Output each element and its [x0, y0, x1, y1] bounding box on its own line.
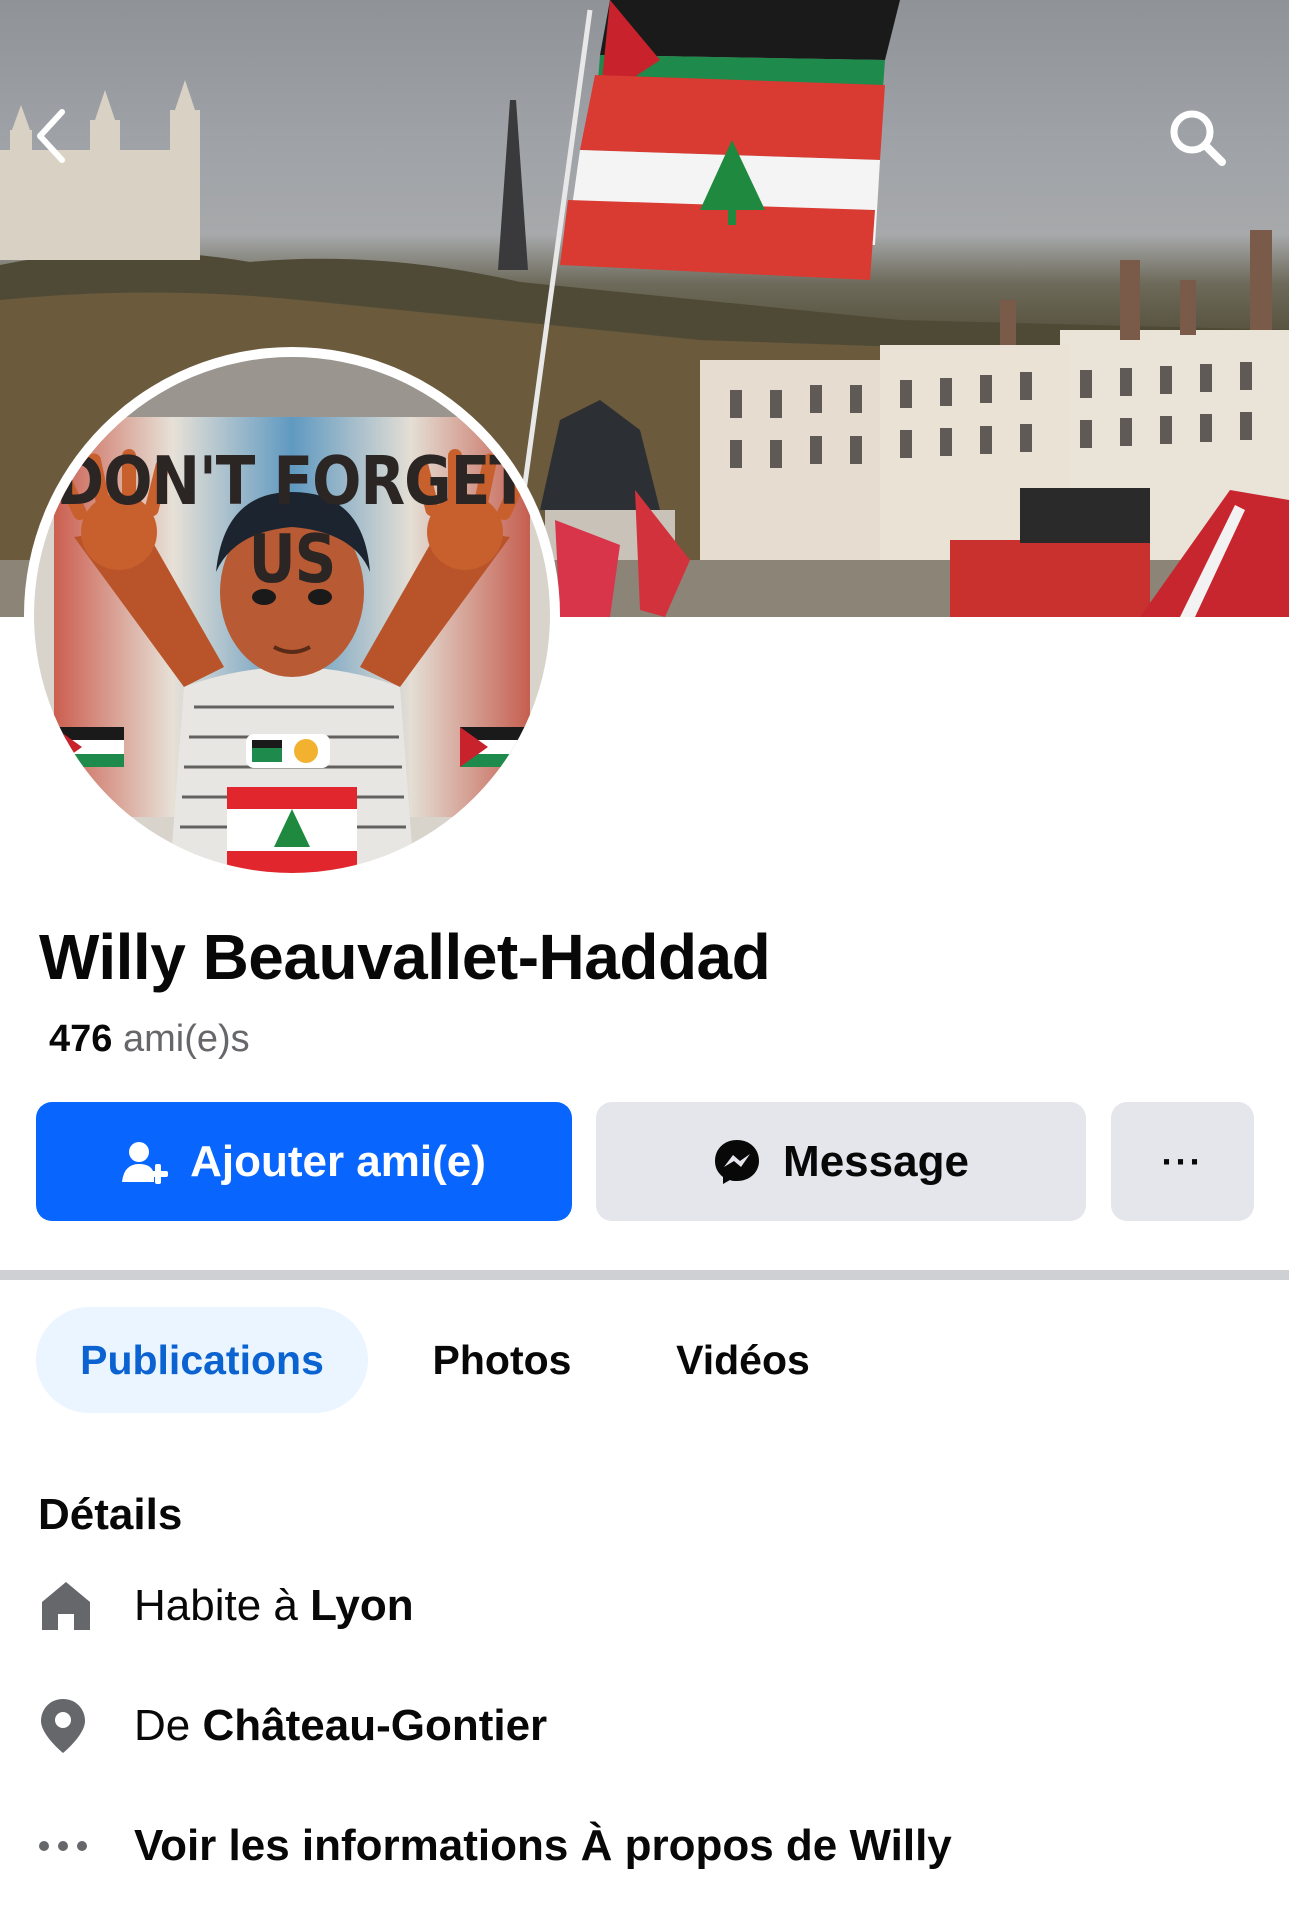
- back-button[interactable]: [30, 106, 110, 186]
- more-dots-icon: [38, 1840, 134, 1852]
- add-friend-button[interactable]: Ajouter ami(e): [36, 1102, 572, 1221]
- chevron-left-icon: [37, 109, 65, 163]
- location-pin-icon: [38, 1697, 134, 1755]
- friends-count-number: 476: [49, 1018, 113, 1060]
- tab-photos[interactable]: Photos: [390, 1307, 614, 1413]
- tab-publications[interactable]: Publications: [36, 1307, 368, 1413]
- see-about-label: Voir les informations À propos de Willy: [134, 1821, 952, 1870]
- lives-in-prefix: Habite à: [134, 1581, 298, 1630]
- profile-picture-image: DON'T FORGET US: [34, 357, 550, 873]
- lives-in-city[interactable]: Lyon: [310, 1581, 413, 1630]
- friends-count[interactable]: 476 ami(e)s: [49, 1018, 250, 1061]
- avatar-quote-text: DON'T FORGET US: [56, 441, 529, 599]
- message-button[interactable]: Message: [596, 1102, 1086, 1221]
- flag-in-cover: [560, 0, 900, 280]
- messenger-icon: [713, 1138, 761, 1186]
- more-options-icon: ···: [1161, 1140, 1204, 1182]
- buildings: [700, 230, 1289, 560]
- profile-name: Willy Beauvallet-Haddad: [39, 921, 771, 993]
- add-friend-icon: [122, 1140, 169, 1184]
- details-title: Détails: [38, 1490, 183, 1539]
- home-icon: [38, 1578, 134, 1634]
- tab-videos[interactable]: Vidéos: [640, 1307, 846, 1413]
- add-friend-label: Ajouter ami(e): [190, 1136, 486, 1186]
- detail-lives-in: Habite à Lyon: [38, 1566, 414, 1646]
- detail-from: De Château-Gontier: [38, 1686, 547, 1766]
- avatar-art: [34, 357, 550, 873]
- more-options-button[interactable]: ···: [1111, 1102, 1254, 1221]
- see-about-link[interactable]: Voir les informations À propos de Willy: [38, 1806, 952, 1886]
- friends-count-label: ami(e)s: [122, 1018, 250, 1060]
- profile-picture[interactable]: DON'T FORGET US: [24, 347, 560, 883]
- search-icon: [1170, 110, 1226, 166]
- from-prefix: De: [134, 1701, 191, 1750]
- message-label: Message: [783, 1136, 969, 1186]
- search-button[interactable]: [1166, 106, 1246, 186]
- from-city[interactable]: Château-Gontier: [202, 1701, 547, 1750]
- section-divider: [0, 1270, 1289, 1280]
